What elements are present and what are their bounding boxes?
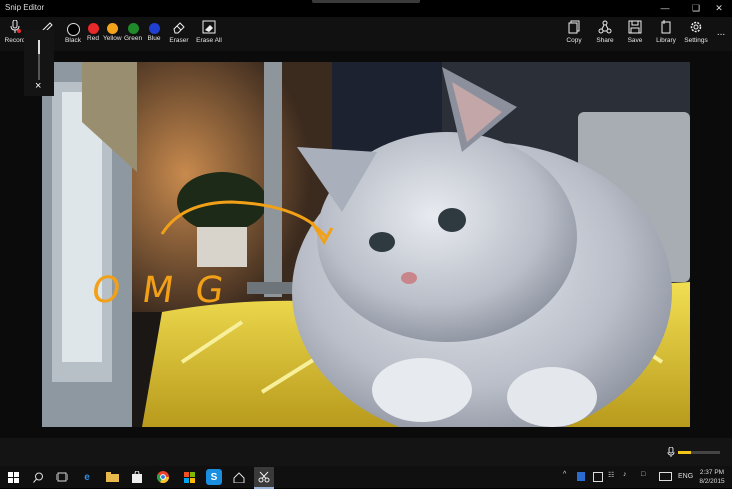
erase-all-label: Erase All — [196, 37, 222, 44]
copy-icon — [568, 20, 580, 34]
color-yellow-button[interactable]: Yellow — [103, 20, 122, 42]
color-red-button[interactable]: Red — [84, 20, 102, 42]
eraser-icon — [173, 22, 185, 34]
clock-time: 2:37 PM — [699, 469, 725, 476]
color-label: Red — [87, 35, 99, 42]
file-explorer-icon[interactable] — [104, 469, 120, 485]
color-blue-button[interactable]: Blue — [145, 20, 163, 42]
title-notch — [312, 0, 420, 3]
save-button[interactable]: Save — [625, 20, 645, 44]
tray-app-icon[interactable] — [577, 472, 585, 481]
maximize-button[interactable]: ❑ — [685, 1, 707, 15]
snip-image[interactable]: OMG — [42, 62, 690, 427]
eraser-label: Eraser — [169, 37, 189, 44]
copy-button[interactable]: Copy — [564, 20, 584, 44]
color-swatch-icon — [87, 23, 99, 34]
status-bar — [0, 438, 732, 466]
more-options-button[interactable]: ... — [714, 27, 728, 38]
house-icon — [233, 471, 245, 483]
keyboard-icon[interactable] — [659, 472, 672, 481]
close-panel-button[interactable]: × — [35, 80, 41, 92]
color-label: Blue — [147, 35, 161, 42]
task-view-button[interactable] — [54, 469, 70, 485]
copy-label: Copy — [566, 37, 582, 44]
color-label: Green — [124, 35, 143, 42]
pen-size-slider-fill[interactable] — [38, 40, 40, 54]
minimize-button[interactable]: — — [654, 1, 676, 15]
language-indicator[interactable]: ENG — [678, 473, 693, 480]
save-label: Save — [627, 37, 643, 44]
share-label: Share — [596, 37, 614, 44]
clock[interactable]: 2:37 PM 8/2/2015 — [698, 468, 726, 486]
title-bar: Snip Editor — ❑ ✕ — [0, 0, 732, 17]
store-icon[interactable] — [129, 469, 145, 485]
network-icon[interactable]: ☷ — [608, 471, 614, 479]
color-label: Black — [65, 37, 81, 44]
volume-icon[interactable]: ♪ — [623, 471, 627, 478]
erase-all-icon — [202, 20, 216, 34]
gear-icon — [690, 21, 702, 33]
share-icon — [598, 20, 612, 34]
home-app-icon[interactable] — [231, 469, 247, 485]
search-icon — [32, 472, 43, 483]
tray-device-icon[interactable] — [593, 472, 603, 482]
library-button[interactable]: Library — [654, 20, 678, 44]
windows-icon — [7, 471, 19, 483]
record-label: Record — [4, 37, 26, 44]
scissors-icon — [258, 471, 270, 483]
audio-level-meter — [678, 451, 720, 454]
toolbar: Record Black Red Yellow Green Blue Eraser Er… — [0, 17, 732, 51]
more-options-label: ... — [716, 27, 726, 38]
omg-annotation: OMG — [89, 270, 249, 311]
microphone-level-icon — [667, 447, 675, 457]
chrome-icon[interactable] — [155, 469, 171, 485]
color-black-button[interactable]: Black — [64, 20, 82, 44]
color-swatch-icon — [66, 23, 80, 36]
taskbar: e S ^ ☷ ♪ □ ENG 2:37 PM 8/2/2015 — [0, 466, 732, 489]
skype-icon[interactable]: S — [206, 469, 222, 485]
eraser-button[interactable]: Eraser — [168, 20, 190, 44]
color-swatch-icon — [127, 23, 139, 34]
record-button[interactable]: Record — [4, 19, 26, 44]
start-button[interactable] — [5, 469, 21, 485]
cat-photo — [42, 62, 690, 427]
color-green-button[interactable]: Green — [124, 20, 142, 42]
color-swatch-icon — [148, 23, 160, 34]
app-grid-icon[interactable] — [181, 469, 197, 485]
settings-button[interactable]: Settings — [684, 20, 708, 44]
microphone-icon — [10, 19, 21, 33]
pen-size-panel: × — [24, 30, 54, 96]
library-icon — [661, 20, 671, 34]
action-center-icon[interactable]: □ — [641, 471, 645, 478]
folder-icon — [105, 472, 119, 482]
shopping-bag-icon — [132, 471, 142, 483]
chrome-logo-icon — [157, 471, 169, 483]
window-title: Snip Editor — [5, 3, 45, 12]
save-icon — [628, 20, 642, 34]
share-button[interactable]: Share — [594, 20, 616, 44]
color-swatch-icon — [106, 23, 118, 34]
clock-date: 8/2/2015 — [699, 478, 725, 485]
close-window-button[interactable]: ✕ — [708, 1, 730, 15]
edge-icon[interactable]: e — [79, 469, 95, 485]
show-hidden-icons-button[interactable]: ^ — [563, 471, 566, 478]
library-label: Library — [656, 37, 676, 44]
erase-all-button[interactable]: Erase All — [196, 20, 222, 44]
search-button[interactable] — [30, 469, 46, 485]
color-label: Yellow — [103, 35, 122, 42]
settings-label: Settings — [684, 37, 708, 44]
task-view-icon — [56, 472, 68, 482]
snip-app-icon[interactable] — [254, 467, 274, 489]
audio-level-fill — [678, 451, 691, 454]
grid-icon — [183, 471, 195, 483]
